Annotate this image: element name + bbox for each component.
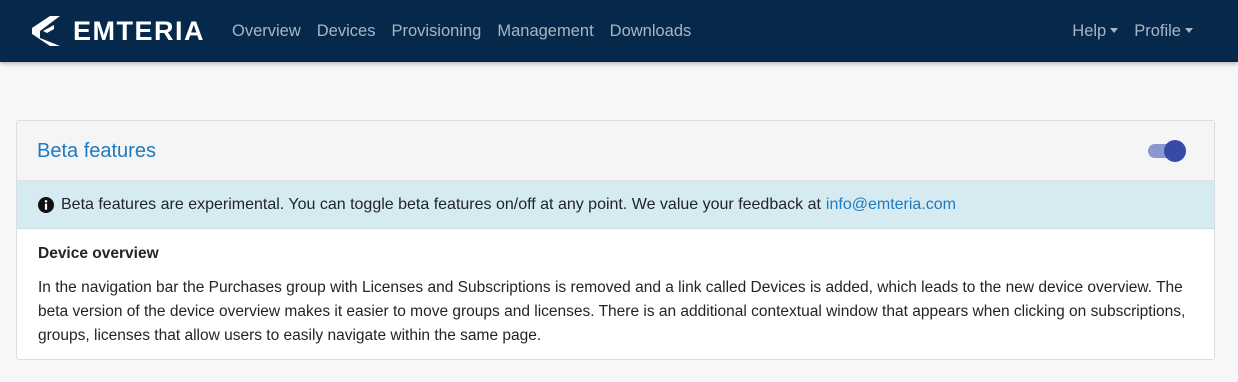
beta-features-card: Beta features Beta features are experime… xyxy=(16,120,1215,360)
card-header: Beta features xyxy=(17,121,1214,181)
emteria-logo-icon xyxy=(32,16,60,46)
brand-name: EMTERIA xyxy=(73,15,205,46)
nav-overview[interactable]: Overview xyxy=(224,22,309,41)
help-label: Help xyxy=(1072,21,1107,40)
card-body: Device overview In the navigation bar th… xyxy=(17,229,1214,348)
nav-downloads[interactable]: Downloads xyxy=(602,22,700,41)
main-nav: Overview Devices Provisioning Management… xyxy=(224,0,699,62)
info-circle-icon xyxy=(38,196,54,213)
nav-right: Help Profile xyxy=(1064,0,1201,62)
beta-features-toggle[interactable] xyxy=(1148,140,1186,162)
top-navbar: EMTERIA Overview Devices Provisioning Ma… xyxy=(0,0,1238,62)
feature-description: In the navigation bar the Purchases grou… xyxy=(38,279,1186,344)
brand-logo[interactable]: EMTERIA xyxy=(30,13,205,49)
help-dropdown[interactable]: Help xyxy=(1064,22,1126,41)
toggle-knob xyxy=(1164,140,1186,162)
profile-dropdown[interactable]: Profile xyxy=(1126,22,1201,41)
caret-down-icon xyxy=(1185,27,1193,33)
feedback-email-link[interactable]: info@emteria.com xyxy=(826,196,956,214)
nav-provisioning[interactable]: Provisioning xyxy=(383,22,489,41)
caret-down-icon xyxy=(1110,27,1119,33)
info-alert: Beta features are experimental. You can … xyxy=(17,181,1214,229)
card-title: Beta features xyxy=(37,140,156,162)
feature-title: Device overview xyxy=(38,245,159,262)
nav-management[interactable]: Management xyxy=(489,22,601,41)
profile-label: Profile xyxy=(1134,21,1181,40)
nav-devices[interactable]: Devices xyxy=(309,22,384,41)
alert-text: Beta features are experimental. You can … xyxy=(61,195,821,213)
